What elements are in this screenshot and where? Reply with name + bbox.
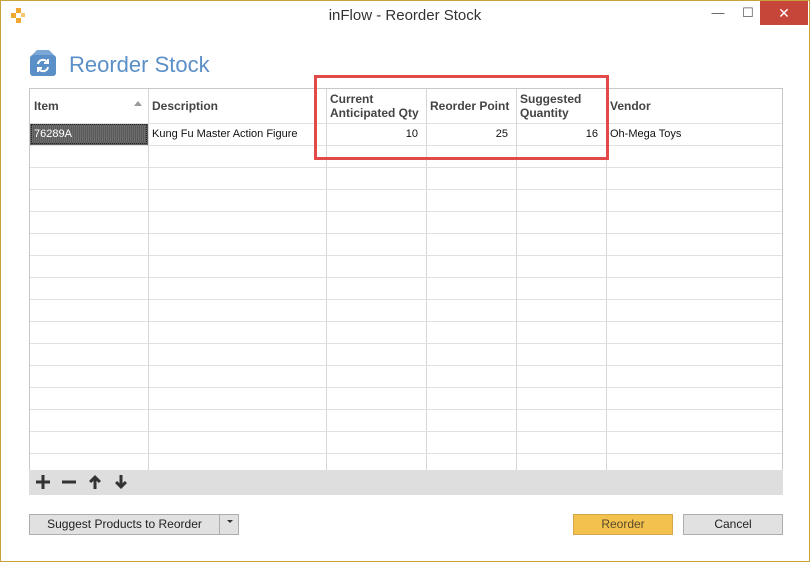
column-header-item[interactable]: Item xyxy=(30,89,148,123)
grid-row-divider xyxy=(30,365,782,366)
grid-row-divider xyxy=(30,167,782,168)
reorder-button[interactable]: Reorder xyxy=(573,514,673,535)
page-title: Reorder Stock xyxy=(69,52,210,77)
minus-icon xyxy=(62,480,76,484)
remove-row-button[interactable] xyxy=(57,471,81,493)
add-row-button[interactable] xyxy=(31,471,55,493)
grid-row-divider xyxy=(30,387,782,388)
grid-row-divider xyxy=(30,211,782,212)
grid-toolbar xyxy=(29,470,783,495)
grid-row-divider xyxy=(30,343,782,344)
cancel-button[interactable]: Cancel xyxy=(683,514,783,535)
grid-column-divider xyxy=(148,89,149,470)
grid-row-divider xyxy=(30,431,782,432)
plus-icon xyxy=(36,475,50,489)
arrow-up-icon xyxy=(89,475,101,489)
grid-row-divider xyxy=(30,233,782,234)
grid-row-divider xyxy=(30,321,782,322)
grid-row-divider xyxy=(30,255,782,256)
move-up-button[interactable] xyxy=(83,471,107,493)
column-header-description[interactable]: Description xyxy=(148,89,326,123)
cell-item[interactable]: 76289A xyxy=(30,123,148,145)
window-title: inFlow - Reorder Stock xyxy=(328,7,482,24)
minimize-button[interactable]: — xyxy=(703,1,733,25)
sort-ascending-icon xyxy=(134,101,142,106)
cell-vendor[interactable]: Oh-Mega Toys xyxy=(606,123,782,145)
grid-row-divider xyxy=(30,453,782,454)
grid-row-divider xyxy=(30,409,782,410)
column-header-vendor[interactable]: Vendor xyxy=(606,89,782,123)
cell-description[interactable]: Kung Fu Master Action Figure xyxy=(148,123,326,145)
maximize-button[interactable]: ☐ xyxy=(733,1,763,25)
move-down-button[interactable] xyxy=(109,471,133,493)
chevron-down-icon xyxy=(227,520,233,523)
suggest-dropdown-button[interactable] xyxy=(219,514,239,535)
grid-row-divider xyxy=(30,299,782,300)
highlight-box xyxy=(314,75,609,160)
grid-row-divider xyxy=(30,277,782,278)
reorder-stock-icon xyxy=(30,50,56,76)
suggest-products-button[interactable]: Suggest Products to Reorder xyxy=(29,514,219,535)
close-button[interactable]: ✕ xyxy=(760,1,808,25)
title-bar[interactable]: inFlow - Reorder Stock — ☐ ✕ xyxy=(1,1,809,31)
grid-row-divider xyxy=(30,189,782,190)
reorder-stock-window: inFlow - Reorder Stock — ☐ ✕ Reorder Sto… xyxy=(0,0,810,562)
arrow-down-icon xyxy=(115,475,127,489)
